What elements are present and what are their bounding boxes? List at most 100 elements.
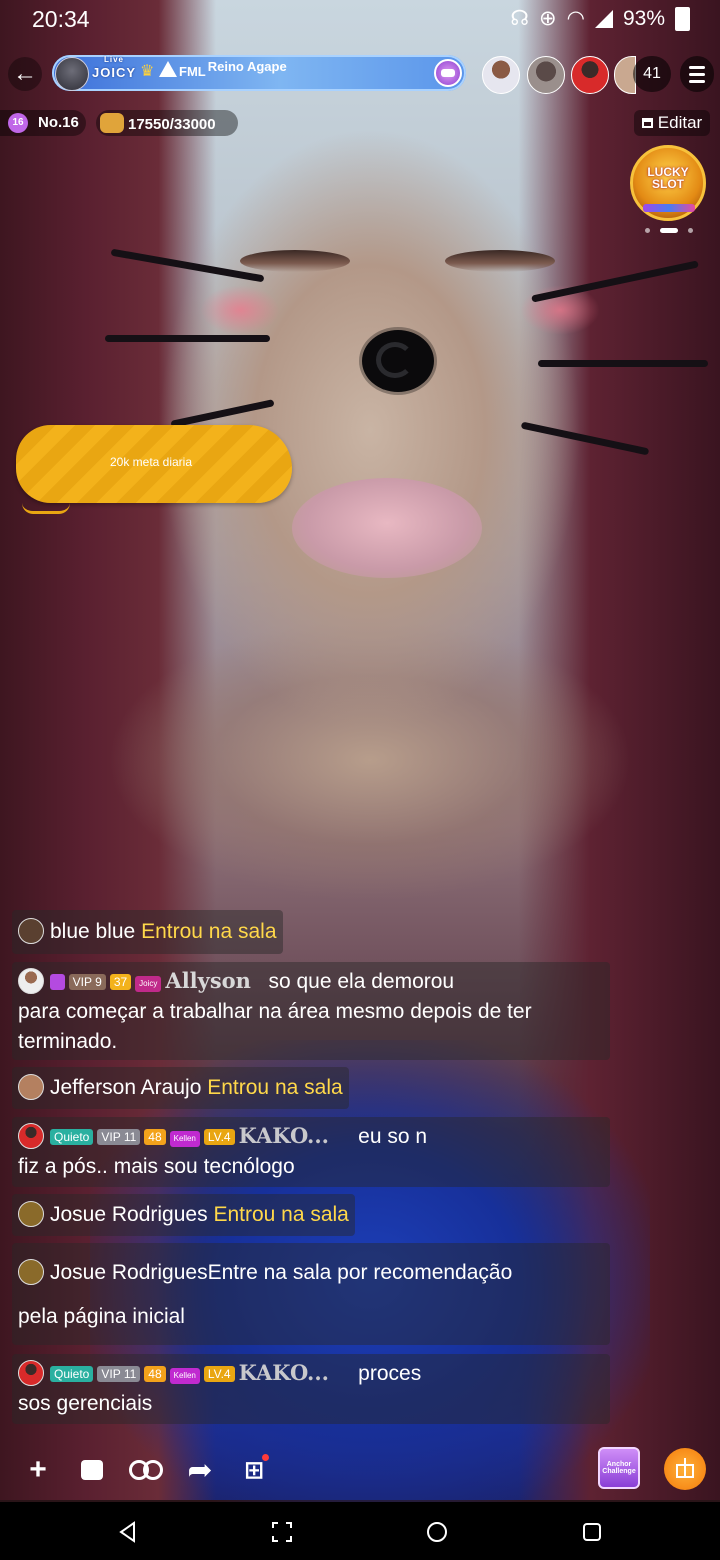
back-nav-icon[interactable] [116, 1520, 140, 1544]
lv-badge: LV.4 [203, 1129, 235, 1145]
host-info-pill[interactable]: Live JOICY ♛ FML Reino Agape [52, 55, 466, 91]
follow-button[interactable] [434, 59, 462, 87]
chat-message: Josue Rodrigues Entrou na sala [12, 1194, 355, 1236]
status-badge: Quieto [50, 1366, 94, 1382]
chat-text: Entre na sala por recomendação [207, 1261, 513, 1284]
goal-badge[interactable]: 17550/33000 [96, 110, 238, 136]
enter-text: Entrou na sala [207, 1076, 343, 1099]
calendar-icon [641, 118, 653, 128]
chat-text: pela página inicial [18, 1305, 185, 1328]
share-arrow-icon: ➦ [187, 1453, 213, 1487]
user-icon-badge [50, 974, 65, 990]
avatar[interactable] [18, 1201, 44, 1227]
signal-icon [594, 9, 613, 28]
chat-username[interactable]: KAKO... [239, 1360, 329, 1385]
host-name-text: Reino Agape [207, 59, 287, 74]
screenshot-nav-icon[interactable] [270, 1520, 294, 1544]
chat-username[interactable]: Jefferson Araujo [50, 1076, 201, 1099]
right-eye [445, 250, 555, 272]
gift-goal-icon [100, 113, 124, 133]
left-eye [240, 250, 350, 272]
chat-username[interactable]: Josue Rodrigues [50, 1203, 208, 1226]
link-button[interactable] [126, 1450, 166, 1490]
share-button[interactable]: ➦ [180, 1450, 220, 1490]
avatar[interactable] [18, 1074, 44, 1100]
menu-button[interactable] [680, 56, 714, 92]
lucky-slot-label: LUCKY SLOT [647, 165, 689, 191]
arrow-left-icon: ← [13, 60, 37, 87]
battery-percent: 93% [622, 6, 665, 30]
battery-icon [675, 6, 690, 31]
menu-icon [689, 65, 705, 69]
chat-message: Jefferson Araujo Entrou na sala [12, 1067, 349, 1109]
whisker [110, 248, 265, 283]
anchor-challenge-button[interactable]: Anchor Challenge [598, 1447, 640, 1489]
whisker [531, 260, 699, 303]
back-button[interactable]: ← [8, 57, 42, 91]
chat-text: fiz a pós.. mais sou tecnólogo [18, 1155, 295, 1178]
level-badge: 48 [144, 1129, 166, 1145]
avatar[interactable] [18, 968, 44, 994]
goal-sticker-text: 20k meta diaria [109, 455, 193, 469]
host-avatar[interactable] [55, 57, 89, 91]
level-icon: 16 [8, 113, 28, 133]
viewer-count[interactable]: 41 [633, 56, 671, 92]
carousel-dot [688, 228, 693, 233]
fan-badge: Kellen [169, 1131, 200, 1147]
chat-username[interactable]: KAKO... [239, 1123, 329, 1148]
home-nav-icon[interactable] [425, 1520, 449, 1544]
menu-icon [689, 79, 705, 83]
link-icon-part [143, 1460, 163, 1480]
sticker-tail [22, 503, 70, 514]
rank-badge[interactable]: 16 No.16 [0, 110, 86, 136]
avatar[interactable] [18, 1259, 44, 1285]
chat-text: proces [358, 1362, 422, 1385]
host-logo-text: JOICY [92, 65, 137, 80]
goal-sticker: 20k meta diaria [16, 425, 292, 503]
status-badge: Quieto [50, 1129, 94, 1145]
status-time: 20:34 [32, 6, 90, 32]
host-logo-small: Live [104, 55, 125, 64]
status-icons: ☊ ⊕ ◠ 93% [510, 6, 690, 31]
chat-username[interactable]: Allyson [165, 968, 251, 993]
viewer-avatar[interactable] [482, 56, 520, 94]
chat-button[interactable] [72, 1450, 112, 1490]
chat-text: sos gerenciais [18, 1392, 153, 1415]
chat-message: Quieto VIP 11 48 Kellen LV.4 KAKO... proces so… [12, 1354, 610, 1424]
lv-badge: LV.4 [203, 1366, 235, 1382]
viewer-avatar[interactable] [527, 56, 565, 94]
gift-button[interactable] [664, 1448, 706, 1490]
chat-text: terminado. [18, 1030, 118, 1053]
carousel-dot-active [660, 228, 678, 233]
viewer-avatar[interactable] [571, 56, 609, 94]
chat-username[interactable]: blue blue [50, 920, 135, 943]
vip-badge: VIP 11 [97, 1129, 141, 1145]
notification-dot [262, 1454, 269, 1461]
chat-text: para começar a trabalhar na área mesmo d… [18, 1000, 532, 1023]
avatar[interactable] [18, 918, 44, 944]
chat-message: blue blue Entrou na sala [12, 910, 283, 954]
rank-text: No.16 [38, 114, 79, 131]
data-saver-icon: ⊕ [539, 7, 557, 30]
edit-button[interactable]: Editar [634, 110, 710, 136]
chat-username[interactable]: Josue Rodrigues [50, 1261, 208, 1284]
enter-text: Entrou na sala [213, 1203, 349, 1226]
whisker [538, 360, 708, 367]
chat-bubble-icon [81, 1460, 103, 1480]
enter-text: Entrou na sala [141, 920, 277, 943]
avatar[interactable] [18, 1360, 44, 1386]
vip-badge: VIP 11 [97, 1366, 141, 1382]
slot-bar [643, 204, 695, 212]
cat-nose-filter [362, 330, 434, 392]
recents-nav-icon[interactable] [580, 1520, 604, 1544]
chat-message: Josue RodriguesEntre na sala por recomen… [12, 1243, 610, 1345]
fan-badge: Kellen [169, 1368, 200, 1384]
lucky-slot-button[interactable]: LUCKY SLOT [630, 145, 706, 221]
level-badge: 37 [109, 974, 132, 990]
add-button[interactable]: + [18, 1450, 58, 1490]
apps-icon: ⊞ [243, 1456, 265, 1484]
avatar[interactable] [18, 1123, 44, 1149]
wifi-icon: ◠ [566, 7, 585, 30]
chat-message: VIP 9 37 Joicy Allyson so que ela demorou pa… [12, 962, 610, 1060]
carousel-dot [645, 228, 650, 233]
